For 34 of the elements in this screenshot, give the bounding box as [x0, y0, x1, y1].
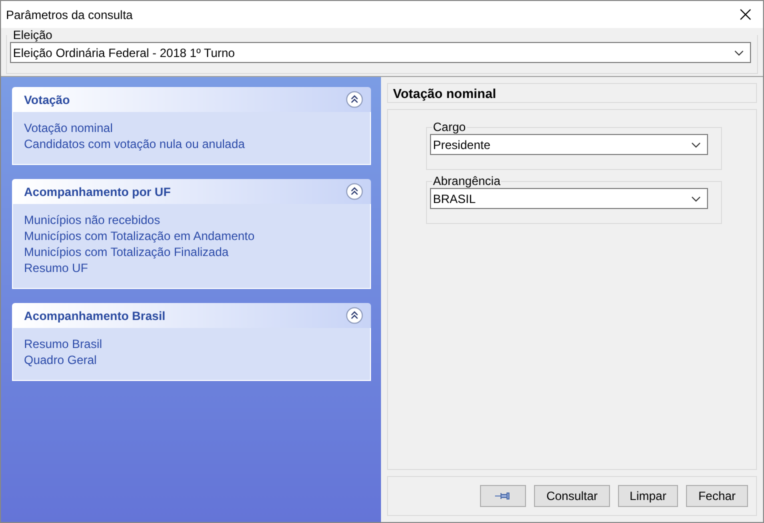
- close-icon: [740, 9, 750, 20]
- field-dropdown[interactable]: Presidente: [430, 134, 708, 155]
- dropdown-caret-icon: [734, 50, 744, 56]
- navigation-link[interactable]: Candidatos com votação nula ou anulada: [24, 136, 245, 152]
- action-button[interactable]: Fechar: [686, 485, 748, 507]
- window-title: Parâmetros da consulta: [6, 8, 133, 22]
- field-dropdown[interactable]: BRASIL: [430, 188, 708, 209]
- navigation-link[interactable]: Municípios não recebidos: [24, 212, 160, 228]
- action-button[interactable]: Limpar: [618, 485, 678, 507]
- navigation-link[interactable]: Municípios com Totalização em Andamento: [24, 228, 255, 244]
- section-title: Acompanhamento Brasil: [24, 308, 166, 322]
- collapse-icon[interactable]: [346, 307, 363, 324]
- navigation-link[interactable]: Votação nominal: [24, 120, 113, 136]
- pin-button[interactable]: [480, 485, 526, 507]
- section-header[interactable]: Acompanhamento por UF: [12, 179, 371, 204]
- navigation-link[interactable]: Resumo UF: [24, 260, 88, 276]
- collapse-icon[interactable]: [346, 183, 363, 200]
- section-header[interactable]: Votação: [12, 87, 371, 112]
- election-label: Eleição: [12, 28, 54, 42]
- field-label: Cargo: [432, 120, 467, 134]
- section-title: Acompanhamento por UF: [24, 184, 171, 198]
- field-label: Abrangência: [432, 174, 502, 188]
- dropdown-caret-icon: [691, 142, 701, 148]
- navigation-link[interactable]: Municípios com Totalização Finalizada: [24, 244, 229, 260]
- panel-title: Votação nominal: [393, 86, 496, 100]
- collapse-icon[interactable]: [346, 91, 363, 108]
- election-dropdown[interactable]: Eleição Ordinária Federal - 2018 1º Turno: [10, 42, 751, 63]
- navigation-link[interactable]: Quadro Geral: [24, 352, 97, 368]
- navigation-link[interactable]: Resumo Brasil: [24, 336, 102, 352]
- section-header[interactable]: Acompanhamento Brasil: [12, 303, 371, 328]
- action-button[interactable]: Consultar: [534, 485, 610, 507]
- section-title: Votação: [24, 92, 70, 106]
- dropdown-caret-icon: [691, 196, 701, 202]
- pushpin-icon: [495, 492, 511, 500]
